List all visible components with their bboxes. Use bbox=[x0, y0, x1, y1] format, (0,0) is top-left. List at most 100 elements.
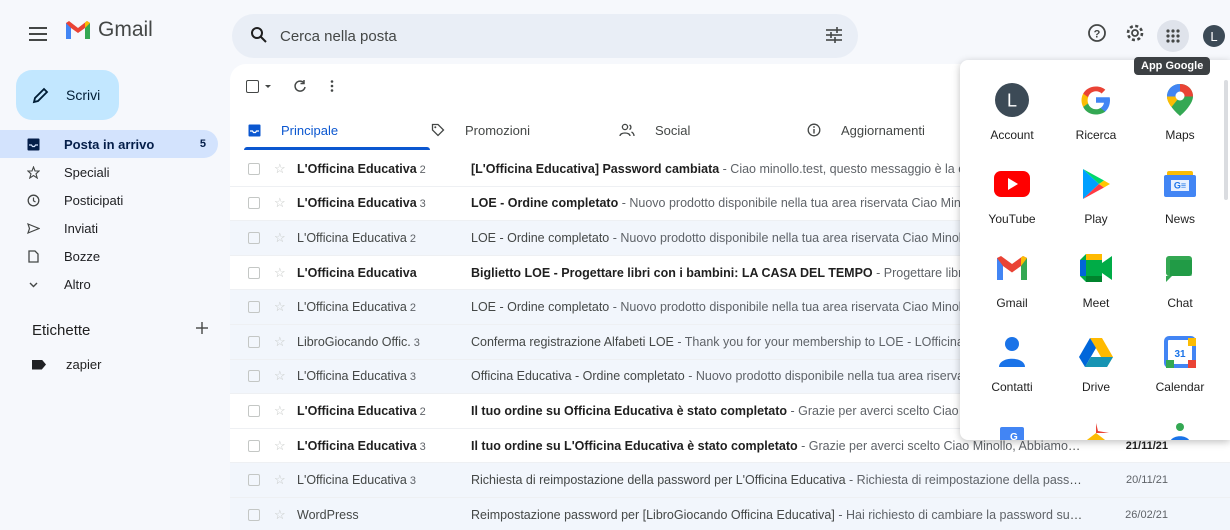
google-apps-button[interactable] bbox=[1157, 20, 1189, 52]
email-subject: Officina Educativa - Ordine completato bbox=[471, 369, 685, 384]
select-dropdown-icon[interactable] bbox=[263, 81, 273, 91]
search-icon[interactable] bbox=[250, 26, 268, 44]
star-toggle-icon[interactable]: ☆ bbox=[274, 265, 286, 281]
star-toggle-icon[interactable]: ☆ bbox=[274, 334, 286, 350]
email-snippet: - Nuovo prodotto disponibile nella tua a… bbox=[609, 230, 965, 245]
maps-icon bbox=[1162, 82, 1198, 118]
sidebar-item-more[interactable]: Altro bbox=[0, 270, 218, 298]
gmail-m-icon bbox=[66, 21, 90, 39]
tab-aggiornamenti[interactable]: Aggiornamenti bbox=[807, 110, 925, 150]
app-tile[interactable]: Meet bbox=[1054, 242, 1138, 324]
compose-button[interactable]: Scrivi bbox=[16, 70, 119, 120]
app-tile[interactable]: Maps bbox=[1138, 74, 1222, 156]
inbox-icon bbox=[26, 137, 40, 151]
row-checkbox[interactable] bbox=[248, 370, 260, 383]
gmail-logo[interactable]: Gmail bbox=[64, 18, 153, 42]
sender-name: L'Officina Educativa bbox=[297, 369, 407, 384]
sidebar-item-label: Inviati bbox=[64, 220, 98, 236]
app-tile[interactable]: 31 Calendar bbox=[1138, 326, 1222, 408]
inbox-icon bbox=[248, 124, 261, 137]
thread-count: 3 bbox=[409, 475, 416, 488]
google-search-icon bbox=[1078, 82, 1114, 118]
star-toggle-icon[interactable]: ☆ bbox=[274, 368, 286, 384]
email-sender: L'Officina Educativa 2 bbox=[297, 231, 457, 245]
clock-icon bbox=[26, 193, 40, 207]
app-tile[interactable]: L Account bbox=[970, 74, 1054, 156]
account-avatar[interactable]: L bbox=[1203, 25, 1225, 47]
row-checkbox[interactable] bbox=[248, 508, 260, 521]
row-checkbox[interactable] bbox=[248, 474, 260, 487]
app-tile[interactable]: Play bbox=[1054, 158, 1138, 240]
tab-social[interactable]: Social bbox=[619, 110, 690, 150]
select-all-checkbox[interactable] bbox=[246, 79, 259, 93]
email-snippet: - Nuovo prodotto disponibile nella tua a… bbox=[684, 369, 965, 384]
email-subject: Il tuo ordine su Officina Educativa è st… bbox=[471, 403, 788, 418]
row-checkbox[interactable] bbox=[248, 301, 260, 314]
app-label: Calendar bbox=[1155, 380, 1205, 394]
email-date: 21/11/21 bbox=[1125, 439, 1168, 452]
email-snippet: - Ciao minollo.test, questo messaggio è … bbox=[719, 161, 965, 176]
email-subject: Il tuo ordine su L'Officina Educativa è … bbox=[471, 438, 798, 453]
email-sender: LibroGiocando Offic. 3 bbox=[297, 335, 457, 349]
help-button[interactable]: ? bbox=[1086, 22, 1108, 44]
help-icon: ? bbox=[1088, 24, 1106, 42]
sidebar-item-starred[interactable]: Speciali bbox=[0, 158, 218, 186]
row-checkbox[interactable] bbox=[248, 439, 260, 452]
label-zapier[interactable]: zapier bbox=[32, 357, 101, 372]
app-tile[interactable]: YouTube bbox=[970, 158, 1054, 240]
app-tile[interactable]: G≡ News bbox=[1138, 158, 1222, 240]
app-tile[interactable] bbox=[1054, 410, 1138, 440]
app-tile[interactable]: G bbox=[970, 410, 1054, 440]
app-tile[interactable]: Contatti bbox=[970, 326, 1054, 408]
email-row[interactable]: ☆ L'Officina Educativa 3 Richiesta di reimp… bbox=[230, 463, 1230, 498]
plus-icon bbox=[196, 322, 208, 334]
app-label: Play bbox=[1084, 212, 1108, 226]
row-checkbox[interactable] bbox=[248, 231, 260, 244]
star-toggle-icon[interactable]: ☆ bbox=[274, 472, 286, 488]
search-input[interactable] bbox=[280, 14, 780, 58]
star-toggle-icon[interactable]: ☆ bbox=[274, 299, 286, 315]
row-checkbox[interactable] bbox=[248, 162, 260, 175]
tab-promozioni[interactable]: Promozioni bbox=[431, 110, 530, 150]
tab-principale[interactable]: Principale bbox=[248, 110, 434, 150]
row-checkbox[interactable] bbox=[248, 266, 260, 279]
list-toolbar bbox=[246, 74, 335, 98]
app-tile[interactable]: Chat bbox=[1138, 242, 1222, 324]
star-toggle-icon[interactable]: ☆ bbox=[274, 438, 286, 454]
photos-icon bbox=[1078, 414, 1114, 440]
sidebar-item-drafts[interactable]: Bozze bbox=[0, 242, 218, 270]
star-toggle-icon[interactable]: ☆ bbox=[274, 230, 286, 246]
star-toggle-icon[interactable]: ☆ bbox=[274, 507, 286, 523]
app-tile[interactable] bbox=[1138, 410, 1222, 440]
people-icon bbox=[619, 123, 635, 137]
row-checkbox[interactable] bbox=[248, 197, 260, 210]
email-snippet: - Richiesta di reimpostazione della pass… bbox=[845, 473, 1083, 488]
svg-text:G≡: G≡ bbox=[1174, 181, 1186, 191]
sidebar-item-sent[interactable]: Inviati bbox=[0, 214, 218, 242]
sidebar-item-snoozed[interactable]: Posticipati bbox=[0, 186, 218, 214]
apps-scrollbar[interactable] bbox=[1224, 80, 1228, 200]
app-tile[interactable]: Gmail bbox=[970, 242, 1054, 324]
google-apps-panel: L Account Ricerca Maps YouTube Play G≡ News Gmai… bbox=[960, 60, 1230, 440]
star-toggle-icon[interactable]: ☆ bbox=[274, 403, 286, 419]
row-checkbox[interactable] bbox=[248, 404, 260, 417]
add-label-button[interactable] bbox=[195, 318, 209, 338]
star-toggle-icon[interactable]: ☆ bbox=[274, 161, 286, 177]
draft-icon bbox=[26, 249, 40, 263]
refresh-icon[interactable] bbox=[293, 79, 307, 93]
app-tile[interactable]: Drive bbox=[1054, 326, 1138, 408]
main-menu-button[interactable] bbox=[26, 22, 50, 46]
more-vert-icon[interactable] bbox=[329, 79, 335, 93]
tab-label: Social bbox=[655, 122, 691, 138]
row-checkbox[interactable] bbox=[248, 335, 260, 348]
sidebar-item-inbox[interactable]: Posta in arrivo 5 bbox=[0, 130, 218, 158]
email-sender: L'Officina Educativa 2 bbox=[297, 404, 457, 418]
translate-icon: G bbox=[994, 414, 1030, 440]
star-toggle-icon[interactable]: ☆ bbox=[274, 195, 286, 211]
email-content: Reimpostazione password per [LibroGiocan… bbox=[471, 508, 1083, 522]
search-options-icon[interactable] bbox=[824, 26, 844, 44]
email-row[interactable]: ☆ WordPress Reimpostazione password per [L… bbox=[230, 497, 1230, 530]
svg-text:?: ? bbox=[1094, 29, 1101, 41]
settings-button[interactable] bbox=[1124, 22, 1146, 44]
app-tile[interactable]: Ricerca bbox=[1054, 74, 1138, 156]
